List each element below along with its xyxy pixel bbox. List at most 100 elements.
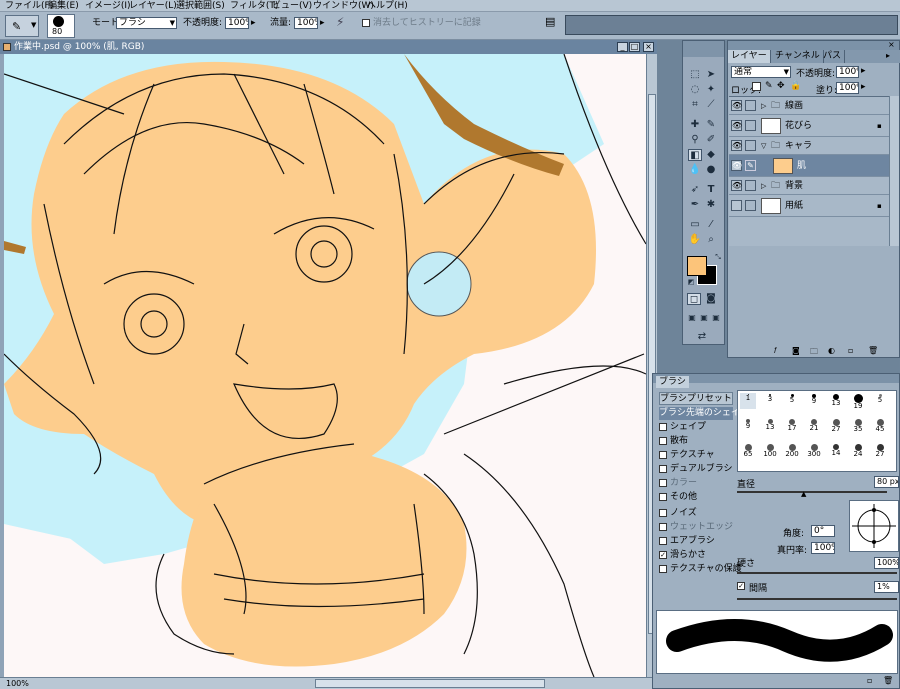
lock-position-icon[interactable]: ✥	[777, 81, 785, 91]
dodge-tool-icon[interactable]: ●	[704, 164, 718, 176]
stamp-tool-icon[interactable]: ⚲	[688, 134, 702, 146]
minimize-button[interactable]: _	[617, 42, 628, 52]
flow-field[interactable]: 100%	[294, 17, 318, 29]
fill-field[interactable]: 100%	[836, 82, 859, 94]
menu-layer[interactable]: レイヤー(L)	[129, 0, 177, 12]
shape-dynamics-item[interactable]: シェイプ	[659, 421, 733, 434]
history-brush-tool-icon[interactable]: ✐	[704, 134, 718, 146]
palette-menu-icon[interactable]: ▸	[886, 51, 890, 60]
hand-tool-icon[interactable]: ✋	[688, 234, 702, 246]
type-tool-icon[interactable]: T	[704, 184, 718, 196]
brush-preset[interactable]: 14	[828, 443, 844, 459]
brush-preset[interactable]: 100	[762, 443, 778, 459]
foreground-color-swatch[interactable]	[687, 256, 707, 276]
new-preset-icon[interactable]: ▫	[867, 676, 872, 685]
adjustment-layer-icon[interactable]: ◐	[828, 346, 835, 355]
layer-row-paper[interactable]: 用紙 ▪	[729, 195, 889, 217]
menu-file[interactable]: ファイル(F)	[5, 0, 53, 12]
standard-mode-icon[interactable]: ◻	[687, 293, 701, 305]
quick-mask-icon[interactable]: ◙	[704, 293, 718, 305]
spacing-checkbox[interactable]: ✓	[737, 582, 745, 590]
layer-style-icon[interactable]: 𝑓	[774, 346, 777, 356]
brush-presets-item[interactable]: ブラシプリセット	[659, 392, 733, 405]
brush-preset[interactable]: 19	[850, 393, 866, 410]
healing-brush-tool-icon[interactable]: ✚	[688, 119, 702, 131]
eraser-tool-icon[interactable]: ◧	[688, 149, 702, 161]
brush-preset[interactable]: 3	[762, 393, 778, 409]
layer-row-background-group[interactable]: 👁 ▷ 🗀 背景	[729, 177, 889, 195]
lock-transparent-icon[interactable]	[752, 82, 761, 91]
move-tool-icon[interactable]: ➤	[704, 69, 718, 81]
slice-tool-icon[interactable]: ⟋	[704, 99, 718, 111]
spacing-field[interactable]: 1%	[874, 581, 899, 593]
link-cell[interactable]	[745, 120, 756, 131]
brush-tip-shape-item[interactable]: ブラシ先端のシェイプ	[659, 407, 749, 420]
blend-mode-select[interactable]: 通常 ▼	[731, 66, 791, 78]
diameter-slider-thumb[interactable]: ▲	[801, 490, 806, 498]
tool-preset-picker[interactable]: ✎ ▼	[5, 15, 39, 37]
brush-preset[interactable]: 45	[872, 418, 888, 434]
airbrush-item[interactable]: エアブラシ	[659, 535, 733, 548]
brush-preset[interactable]: 21	[806, 418, 822, 434]
layers-scrollbar[interactable]	[889, 96, 899, 246]
menu-help[interactable]: ヘルプ(H)	[367, 0, 408, 12]
shape-tool-icon[interactable]: ✱	[704, 199, 718, 211]
scattering-item[interactable]: 散布	[659, 435, 733, 448]
pen-tool-icon[interactable]: ✒	[688, 199, 702, 211]
brush-tool-icon[interactable]: ✎	[704, 119, 718, 131]
erase-to-history-option[interactable]: 消去してヒストリーに記録	[362, 17, 481, 29]
opacity-field[interactable]: 100%	[225, 17, 249, 29]
palette-well[interactable]	[565, 15, 898, 35]
new-group-icon[interactable]: 🗀	[810, 346, 818, 360]
layer-row-petals[interactable]: 👁 花びら ▪	[729, 115, 889, 137]
opacity-arrow-icon[interactable]: ▸	[251, 17, 256, 29]
menu-edit[interactable]: 編集(E)	[48, 0, 79, 12]
tab-brushes[interactable]: ブラシ	[656, 376, 689, 388]
link-cell[interactable]	[745, 140, 756, 151]
mode-select[interactable]: ブラシ ▼	[116, 17, 177, 29]
jump-to-imageready-icon[interactable]: ⇄	[695, 331, 709, 343]
menu-select[interactable]: 選択範囲(S)	[176, 0, 225, 12]
default-colors-icon[interactable]: ◩	[684, 276, 698, 288]
swap-colors-icon[interactable]: ⤡	[711, 251, 725, 263]
texture-item[interactable]: テクスチャ	[659, 449, 733, 462]
layer-opacity-arrow-icon[interactable]: ▸	[861, 66, 866, 76]
erase-to-history-checkbox[interactable]	[362, 18, 370, 27]
brush-preset[interactable]: 5	[784, 393, 800, 409]
dual-brush-item[interactable]: デュアルブラシ	[659, 463, 733, 476]
layer-row-character[interactable]: 👁 ▽ 🗀 キャラ	[729, 137, 889, 155]
palette-close-icon[interactable]: ×	[888, 40, 895, 49]
expand-arrow-icon[interactable]: ▷	[761, 177, 766, 195]
tab-paths[interactable]: パス	[820, 50, 846, 63]
delete-layer-icon[interactable]: 🗑	[868, 346, 878, 355]
brush-preset[interactable]: 200	[784, 443, 800, 459]
zoom-tool-icon[interactable]: ⌕	[704, 234, 718, 246]
magic-wand-tool-icon[interactable]: ✦	[704, 84, 718, 96]
marquee-tool-icon[interactable]: ⬚	[688, 69, 702, 81]
brush-preset[interactable]: 300	[806, 443, 822, 459]
menu-image[interactable]: イメージ(I)	[85, 0, 131, 12]
layer-row-skin[interactable]: 👁 ✎ 肌	[729, 155, 889, 177]
brush-preset[interactable]: 5	[872, 393, 888, 409]
menu-window[interactable]: ウインドウ(W)	[313, 0, 374, 12]
brush-preset[interactable]: 13	[828, 393, 844, 409]
angle-field[interactable]: 0°	[811, 525, 835, 537]
visibility-eye-icon[interactable]: 👁	[731, 120, 742, 131]
diameter-field[interactable]: 80 px	[874, 476, 899, 488]
brush-preset[interactable]: 13	[762, 418, 778, 434]
path-selection-tool-icon[interactable]: ➶	[688, 184, 702, 196]
fill-arrow-icon[interactable]: ▸	[861, 82, 866, 92]
brush-preset[interactable]: 27	[828, 418, 844, 434]
link-cell[interactable]	[745, 200, 756, 211]
visibility-eye-icon[interactable]: 👁	[731, 140, 742, 151]
brush-preset[interactable]: 24	[850, 443, 866, 459]
visibility-eye-icon[interactable]: 👁	[731, 180, 742, 191]
layer-mask-icon[interactable]: ◙	[792, 346, 800, 355]
flow-arrow-icon[interactable]: ▸	[320, 17, 325, 29]
horizontal-scrollbar[interactable]: 100%	[0, 677, 657, 689]
delete-preset-icon[interactable]: 🗑	[883, 676, 893, 685]
brush-preset[interactable]: 35	[850, 418, 866, 434]
tab-layers[interactable]: レイヤー	[728, 50, 771, 63]
tab-channels[interactable]: チャンネル	[772, 50, 824, 63]
notes-tool-icon[interactable]: ▭	[688, 219, 702, 231]
